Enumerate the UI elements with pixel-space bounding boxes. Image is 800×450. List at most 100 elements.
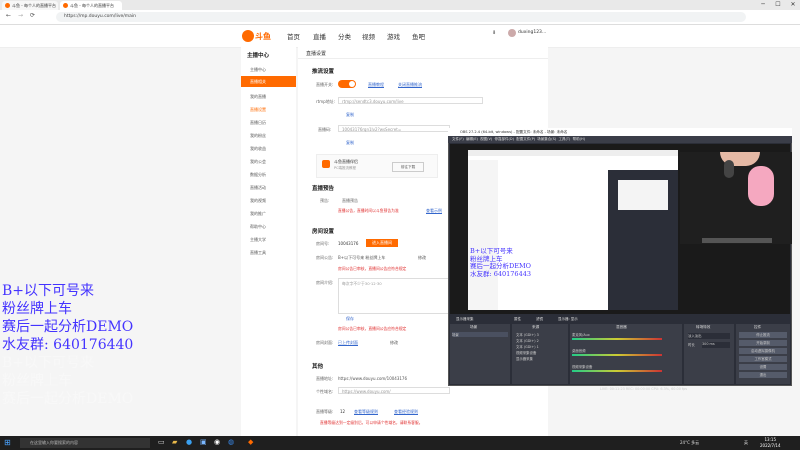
douyu-taskbar-icon[interactable]: ◆ [248,438,253,446]
domain-input[interactable]: https://www.douyu.com/ [338,387,450,394]
dock-mixer: 混音器 麦克风/Aux 桌面音频 视频采集设备 [570,324,682,384]
dock-sources: 来源 文本 (GDI+) 3 文本 (GDI+) 2 文本 (GDI+) 1 视… [512,324,568,384]
rtmp-input[interactable]: rtmp://sendtc3.douyu.com/live [338,97,483,104]
edge-icon[interactable]: ● [186,438,192,446]
minimize-icon[interactable]: ─ [756,0,770,10]
exit-button[interactable]: 退出 [739,372,787,378]
sidebar-item-tools[interactable]: 直播工具 [250,250,266,256]
duration-input[interactable]: 300 ms [702,342,730,348]
refresh-icon[interactable]: ⟳ [30,12,35,19]
room-id-label: 房间号: [316,241,330,246]
nav-yuba[interactable]: 鱼吧 [412,31,425,41]
store-icon[interactable]: ▣ [200,438,207,446]
virtual-cam-button[interactable]: 启动虚拟摄像机 [739,348,787,354]
cover-edit-button[interactable]: 修改 [390,340,398,346]
weather[interactable]: 24°C 多云 [680,440,699,446]
source-item[interactable]: 文本 (GDI+) 2 [516,338,539,343]
sidebar-item-calendar[interactable]: 直播日历 [250,120,266,126]
copy-key-button[interactable]: 复制 [346,140,354,146]
sidebar-item-live[interactable]: 直播相关 [250,79,266,85]
studio-mode-button[interactable]: 工作室模式 [739,356,787,362]
notice-edit-button[interactable]: 修改 [418,255,426,261]
enter-room-button[interactable]: 进入直播间 [366,239,398,247]
live-toggle[interactable] [338,80,356,88]
source-item[interactable]: 显示器采集 [516,356,533,361]
source-item[interactable]: 文本 (GDI+) 3 [516,332,539,337]
nav-home[interactable]: 首页 [287,31,300,41]
download-button[interactable]: 前往下载 [392,162,424,172]
douyu-logo[interactable]: 斗鱼 [241,28,273,44]
intro-save-button[interactable]: 保存 [346,316,354,322]
sidebar-item-home[interactable]: 主播中心 [250,67,266,73]
download-icon[interactable]: ⬇ [492,30,496,36]
maximize-icon[interactable]: ☐ [771,0,785,10]
obs-menu-profile[interactable]: 配置文件(P) [516,137,535,141]
source-props-button[interactable]: 属性 [514,317,521,322]
key-label: 直播码: [318,127,332,132]
chrome-taskbar-icon[interactable]: ◍ [228,438,234,446]
intro-textarea[interactable]: 每次字不少于30·12·30 [338,278,452,314]
obs-menu-help[interactable]: 帮助(H) [573,137,585,141]
sidebar-item-promo[interactable]: 我的推广 [250,211,266,217]
source-item[interactable]: 文本 (GDI+) 1 [516,344,539,349]
obs-menu-view[interactable]: 视图(V) [480,137,492,141]
obs-menu-scenes[interactable]: 场景集合(S) [537,137,556,141]
nav-live[interactable]: 直播 [313,31,326,41]
windows-start-icon[interactable]: ⊞ [4,438,11,447]
source-filters-button[interactable]: 滤镜 [536,317,543,322]
sidebar-item-help[interactable]: 帮助中心 [250,224,266,230]
sidebar-item-fans[interactable]: 我的粉丝 [250,133,266,139]
url-input[interactable]: https://mp.douyu.com/live/main [56,12,746,22]
stop-stream-button[interactable]: 停止推流 [739,332,787,338]
close-icon[interactable]: ✕ [786,0,800,10]
sidebar-item-activity[interactable]: 直播活动 [250,185,266,191]
forward-icon[interactable]: → [18,12,23,19]
obs-menu-tools[interactable]: 工具(T) [558,137,570,141]
tutorial-link[interactable]: 直播教程 [368,82,384,88]
sidebar-item-my-live[interactable]: 我的直播 [250,94,266,100]
copy-rtmp-button[interactable]: 复制 [346,112,354,118]
back-icon[interactable]: ← [6,12,11,19]
file-explorer-icon[interactable]: ▰ [172,438,177,446]
exp-rules-link[interactable]: 查看经验规则 [394,409,418,415]
level-value: 12 [340,409,346,414]
close-stream-link[interactable]: 关闭直播推流 [398,82,422,88]
taskbar-clock[interactable]: 13:15 2022/7/14 [760,437,781,449]
start-record-button[interactable]: 开始录制 [739,340,787,346]
switch-label: 直播开关: [316,82,334,87]
dock-mixer-title: 混音器 [616,325,627,329]
sidebar-item-university[interactable]: 主播大学 [250,237,266,243]
preview-label: 预告: [320,198,330,203]
settings-button[interactable]: 设置 [739,364,787,370]
preview-example-link[interactable]: 查看示例 [426,208,442,214]
sidebar-item-data[interactable]: 数据分析 [250,172,266,178]
obs-menu-docks[interactable]: 停靠部件(D) [495,137,514,141]
obs-taskbar-icon[interactable]: ◉ [214,438,220,446]
obs-menu-file[interactable]: 文件(F) [452,137,464,141]
avatar[interactable] [508,29,516,37]
source-item[interactable]: 视频采集设备 [516,350,536,355]
nav-video[interactable]: 视频 [362,31,375,41]
sidebar-item-guild[interactable]: 我的公会 [250,159,266,165]
sidebar-item-income[interactable]: 我的收益 [250,146,266,152]
transition-select[interactable]: 淡入淡出 [688,333,730,339]
cover-value[interactable]: 已上传封面 [338,340,358,346]
scene-item[interactable]: 场景 [452,332,508,337]
sidebar-item-video[interactable]: 我的视频 [250,198,266,204]
username[interactable]: duxing123... [518,30,546,35]
notice-value: B+以下可号来 粉丝牌上车 [338,255,386,260]
browser-tab-1[interactable]: 斗鱼 - 每个人的直播平台 [2,1,58,10]
obs-menu-edit[interactable]: 编辑(E) [466,137,478,141]
level-rules-link[interactable]: 查看等级规则 [354,409,378,415]
webcam-keyboard [702,238,772,243]
source-display-select[interactable]: 显示器: 显示 [558,317,578,322]
nav-category[interactable]: 分类 [338,31,351,41]
task-view-icon[interactable]: ▭ [158,438,165,446]
taskbar-search[interactable]: 在这里输入你要搜索的内容 [20,438,150,448]
sidebar-item-live-settings[interactable]: 直播设置 [250,107,266,113]
live-url-label: 直播地址: [316,376,334,381]
nav-game[interactable]: 游戏 [387,31,400,41]
browser-tab-2[interactable]: 斗鱼 - 每个人的直播平台 [60,1,122,10]
ime-language[interactable]: 英 [744,440,748,446]
key-input[interactable]: 10043176rqn1lv2?wsSecret= [338,125,450,132]
